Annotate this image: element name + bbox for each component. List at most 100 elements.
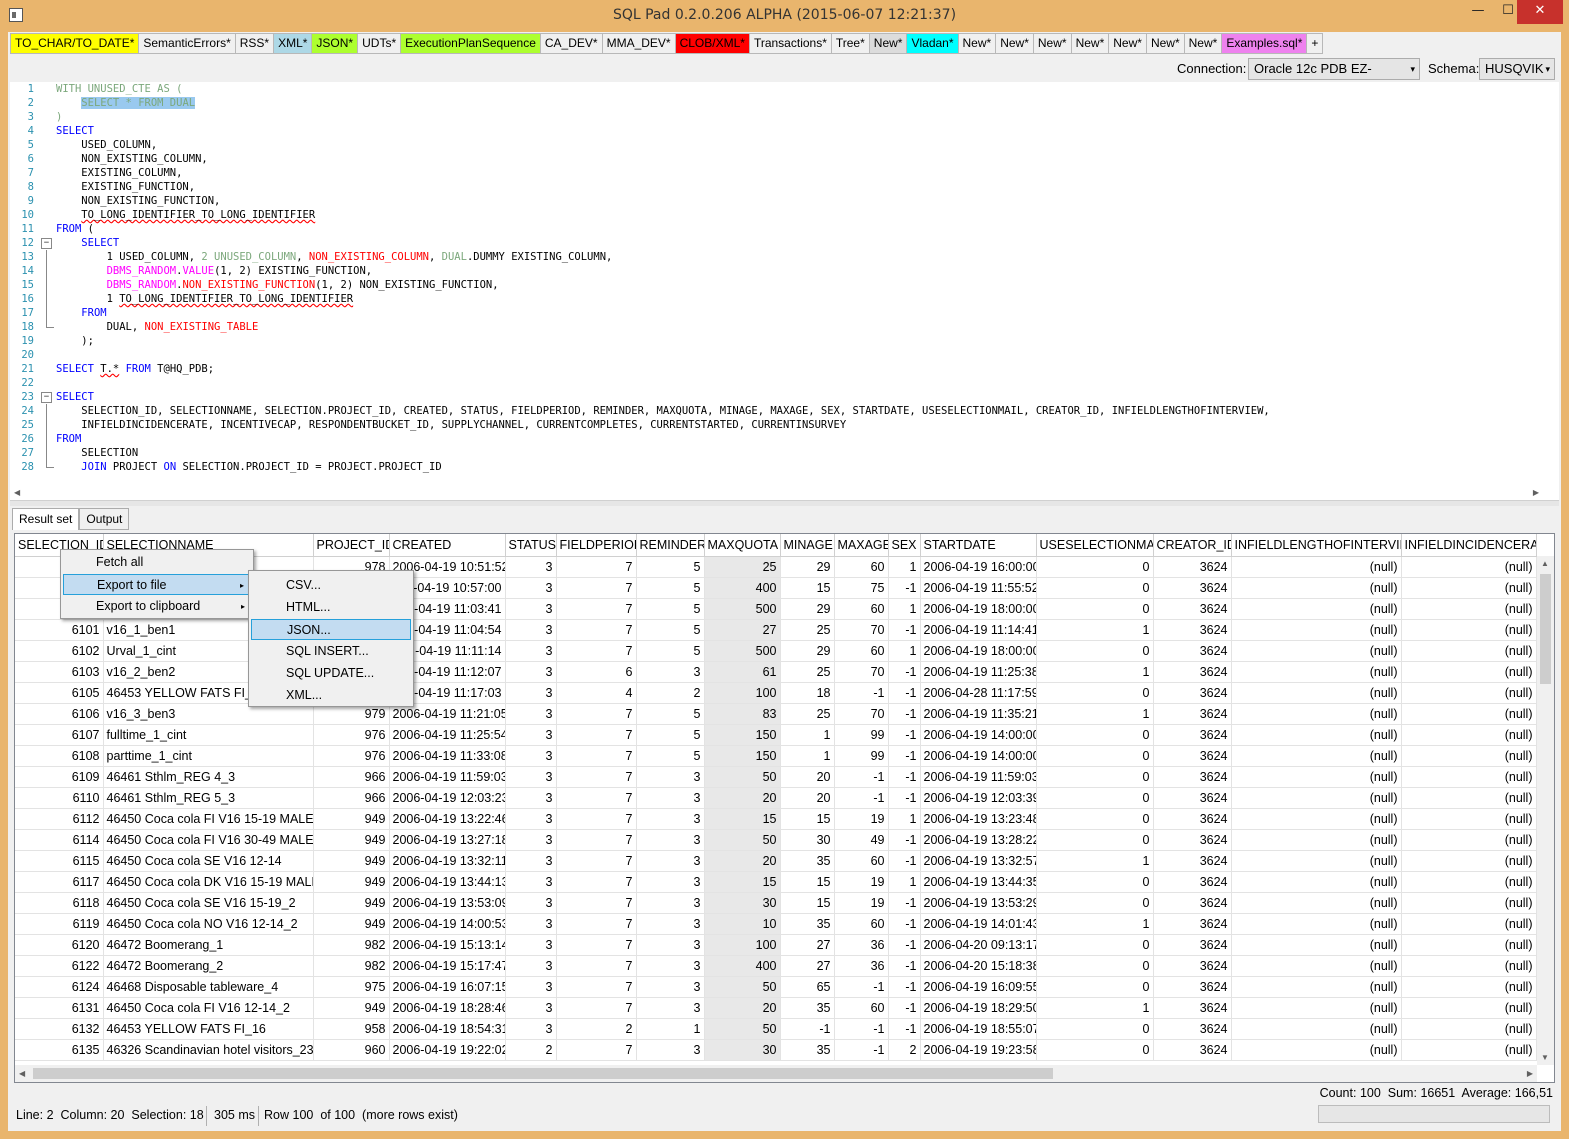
column-header[interactable]: INFIELDINCIDENCERATE: [1401, 534, 1537, 557]
table-row[interactable]: 6114 46450 Coca cola FI V16 30-49 MALE 949…: [15, 829, 1537, 851]
table-cell[interactable]: 2006-04-19 11:59:03: [389, 766, 506, 788]
table-cell[interactable]: 2006-04-28 11:17:59: [920, 682, 1037, 704]
table-cell[interactable]: (null): [1231, 577, 1402, 599]
table-cell[interactable]: 6115: [15, 850, 104, 872]
code-line[interactable]: SELECT: [56, 237, 119, 249]
table-cell[interactable]: 3624: [1153, 871, 1232, 893]
table-cell[interactable]: -1: [888, 1018, 921, 1040]
table-cell[interactable]: 0: [1036, 808, 1154, 830]
table-cell[interactable]: 3: [505, 976, 557, 998]
table-cell[interactable]: 2: [888, 1039, 921, 1061]
table-cell[interactable]: 6107: [15, 724, 104, 746]
table-cell[interactable]: (null): [1401, 976, 1537, 998]
editor-result-splitter[interactable]: [10, 500, 1559, 506]
table-cell[interactable]: 7: [556, 598, 637, 620]
table-cell[interactable]: 3624: [1153, 829, 1232, 851]
table-cell[interactable]: 50: [704, 766, 781, 788]
table-cell[interactable]: (null): [1401, 577, 1537, 599]
column-header[interactable]: CREATOR_ID: [1153, 534, 1232, 557]
table-cell[interactable]: 7: [556, 892, 637, 914]
table-cell[interactable]: 27: [780, 934, 835, 956]
table-cell[interactable]: (null): [1231, 955, 1402, 977]
table-row[interactable]: 6106 v16_3_ben3 979 2006-04-19 11:21:05 3 7 5 8…: [15, 703, 1537, 725]
table-cell[interactable]: 2006-04-19 16:09:55: [920, 976, 1037, 998]
document-tab[interactable]: Transactions*: [748, 33, 831, 54]
table-cell[interactable]: 7: [556, 556, 637, 578]
table-cell[interactable]: 3: [636, 1039, 705, 1061]
table-cell[interactable]: 2006-04-19 16:00:00: [920, 556, 1037, 578]
table-cell[interactable]: 3: [505, 640, 557, 662]
table-cell[interactable]: 150: [704, 724, 781, 746]
table-cell[interactable]: -1: [888, 997, 921, 1019]
table-cell[interactable]: (null): [1401, 787, 1537, 809]
table-cell[interactable]: 3624: [1153, 913, 1232, 935]
close-button[interactable]: ✕: [1517, 0, 1563, 24]
table-cell[interactable]: 3: [505, 703, 557, 725]
table-cell[interactable]: (null): [1401, 955, 1537, 977]
table-cell[interactable]: (null): [1231, 766, 1402, 788]
table-cell[interactable]: 46472 Boomerang_1: [103, 934, 314, 956]
table-cell[interactable]: 3: [636, 913, 705, 935]
table-row[interactable]: 6132 46453 YELLOW FATS FI_16 958 2006-04-19…: [15, 1018, 1537, 1040]
document-tab[interactable]: JSON*: [311, 33, 358, 54]
table-cell[interactable]: 2006-04-19 13:23:48: [920, 808, 1037, 830]
table-cell[interactable]: 100: [704, 934, 781, 956]
table-cell[interactable]: (null): [1231, 1039, 1402, 1061]
table-cell[interactable]: 6106: [15, 703, 104, 725]
document-tab[interactable]: New*: [1070, 33, 1109, 54]
connection-select[interactable]: Oracle 12c PDB EZ-Connect ▾: [1248, 58, 1420, 96]
table-cell[interactable]: 3: [505, 892, 557, 914]
table-cell[interactable]: 2006-04-19 11:35:21: [920, 703, 1037, 725]
table-cell[interactable]: 0: [1036, 745, 1154, 767]
table-cell[interactable]: 3: [636, 892, 705, 914]
table-cell[interactable]: 3: [505, 934, 557, 956]
table-cell[interactable]: 75: [834, 577, 889, 599]
document-tab[interactable]: New*: [1145, 33, 1184, 54]
table-cell[interactable]: (null): [1401, 682, 1537, 704]
table-cell[interactable]: 65: [780, 976, 835, 998]
table-cell[interactable]: 60: [834, 598, 889, 620]
table-cell[interactable]: 3624: [1153, 598, 1232, 620]
table-cell[interactable]: fulltime_1_cint: [103, 724, 314, 746]
table-cell[interactable]: 0: [1036, 829, 1154, 851]
table-cell[interactable]: 70: [834, 619, 889, 641]
table-cell[interactable]: 1: [888, 598, 921, 620]
table-cell[interactable]: 2006-04-19 13:32:57: [920, 850, 1037, 872]
document-tab[interactable]: ExecutionPlanSequence: [400, 33, 540, 54]
table-cell[interactable]: 2: [636, 682, 705, 704]
table-cell[interactable]: 6132: [15, 1018, 104, 1040]
document-tab[interactable]: CA_DEV*: [539, 33, 602, 54]
table-cell[interactable]: 7: [556, 619, 637, 641]
table-cell[interactable]: 2006-04-19 18:54:31: [389, 1018, 506, 1040]
table-cell[interactable]: 19: [834, 871, 889, 893]
table-cell[interactable]: 2006-04-19 13:22:46: [389, 808, 506, 830]
table-cell[interactable]: (null): [1401, 850, 1537, 872]
table-cell[interactable]: 70: [834, 661, 889, 683]
table-cell[interactable]: (null): [1231, 640, 1402, 662]
table-cell[interactable]: 6112: [15, 808, 104, 830]
table-cell[interactable]: 2: [556, 1018, 637, 1040]
column-header[interactable]: CREATED: [389, 534, 506, 557]
table-cell[interactable]: 46450 Coca cola FI V16 15-19 MALE: [103, 808, 314, 830]
column-header[interactable]: MINAGE: [780, 534, 835, 557]
table-cell[interactable]: 5: [636, 619, 705, 641]
code-line[interactable]: 1 USED_COLUMN, 2 UNUSED_COLUMN, NON_EXIS…: [56, 251, 613, 263]
table-cell[interactable]: 1: [780, 745, 835, 767]
code-line[interactable]: 1 TO_LONG_IDENTIFIER_TO_LONG_IDENTIFIER: [56, 293, 354, 305]
table-cell[interactable]: 25: [780, 619, 835, 641]
table-cell[interactable]: 975: [313, 976, 390, 998]
table-cell[interactable]: 6131: [15, 997, 104, 1019]
table-cell[interactable]: 2006-04-19 12:03:23: [389, 787, 506, 809]
table-cell[interactable]: (null): [1231, 661, 1402, 683]
code-line[interactable]: SELECT: [56, 391, 94, 403]
table-cell[interactable]: 2006-04-19 13:27:18: [389, 829, 506, 851]
table-cell[interactable]: 46461 Sthlm_REG 5_3: [103, 787, 314, 809]
table-cell[interactable]: 2006-04-19 15:17:47: [389, 955, 506, 977]
minimize-button[interactable]: —: [1463, 0, 1493, 24]
table-cell[interactable]: 7: [556, 724, 637, 746]
table-cell[interactable]: 3: [505, 682, 557, 704]
document-tab[interactable]: New*: [1183, 33, 1222, 54]
table-cell[interactable]: 6103: [15, 661, 104, 683]
table-row[interactable]: 6135 46326 Scandinavian hotel visitors_23…: [15, 1039, 1537, 1061]
table-cell[interactable]: (null): [1231, 976, 1402, 998]
